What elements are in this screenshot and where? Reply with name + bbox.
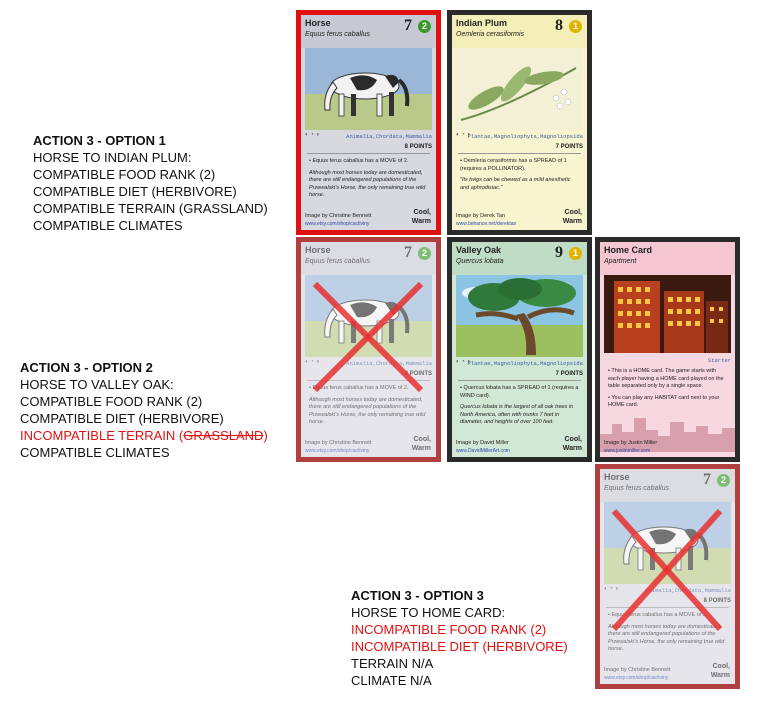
card-url[interactable]: www.justinmiller.com (604, 448, 650, 454)
card-text-1: • Oemleria cerasiformis has a SPREAD of … (460, 158, 567, 172)
card-taxonomy: Animalia,Chordata,Mammalia (346, 133, 432, 140)
card-text-1: • This is a HOME card. The game starts w… (608, 368, 724, 389)
option2-incompatible-line: INCOMPATIBLE TERRAIN (GRASSLAND) (20, 427, 268, 444)
option1-line: COMPATIBLE DIET (HERBIVORE) (33, 184, 237, 199)
card-body: • This is a HOME card. The game starts w… (608, 368, 729, 414)
incompatible-prefix: INCOMPATIBLE TERRAIN ( (20, 428, 184, 443)
option1-title: ACTION 3 - OPTION 1 (33, 133, 166, 148)
card-points: 7 POINTS (555, 144, 583, 150)
skyline-silhouette (600, 418, 735, 452)
food-rank-badge: 1 (569, 20, 582, 33)
card-scientific-name: Quercus lobata (456, 258, 504, 265)
incompatible-struck-term: GRASSLAND (183, 428, 264, 443)
card-text-1: • Equus ferus caballus has a MOVE of 2. (309, 158, 409, 164)
card-name: Indian Plum (456, 18, 508, 28)
incompatible-suffix: ) (263, 428, 268, 443)
card-scientific-name: Apartment (604, 258, 637, 265)
option3-description: ACTION 3 - OPTION 3 HORSE TO HOME CARD: … (351, 587, 568, 689)
valley-oak-card[interactable]: Valley Oak Quercus lobata 9 1 ◐ ◔ ◑ Plan… (447, 237, 592, 462)
option3-title: ACTION 3 - OPTION 3 (351, 588, 484, 603)
horse-illustration (305, 48, 432, 130)
card-divider (307, 153, 430, 154)
plum-branch-illustration (456, 48, 583, 130)
card-name: Horse (305, 18, 331, 28)
card-url[interactable]: www.etsy.com/shop/cactiviny (305, 221, 369, 227)
option2-line: COMPATIBLE FOOD RANK (2) (20, 394, 203, 409)
card-credit: Image by Christine Bennett (305, 213, 372, 219)
food-rank-badge: 1 (569, 247, 582, 260)
card-scientific-name: Oemleria cerasiformis (456, 31, 525, 38)
option1-line: COMPATIBLE CLIMATES (33, 218, 183, 233)
option3-incompatible-line: INCOMPATIBLE DIET (HERBIVORE) (351, 639, 568, 654)
card-name: Valley Oak (456, 245, 502, 255)
city-skyline-illustration (604, 275, 731, 353)
card-text-2: Quercus lobata is the largest of all oak… (460, 404, 574, 425)
card-climate: Cool, Warm (562, 436, 582, 452)
card-points: 7 POINTS (555, 371, 583, 377)
card-icons: ◐ ◔ ◑ (305, 132, 320, 138)
option1-line: COMPATIBLE TERRAIN (GRASSLAND) (33, 201, 268, 216)
option1-line: HORSE TO INDIAN PLUM: (33, 150, 192, 165)
card-climate: Cool, Warm (562, 209, 582, 225)
card-climate: Cool, Warm (411, 209, 431, 225)
option3-line: TERRAIN N/A (351, 656, 434, 671)
oak-tree-illustration (456, 275, 583, 357)
card-taxonomy: Plantae,Magnoliophyta,Magnoliopsida (467, 360, 583, 367)
card-text-2: "Its twigs can be chewed as a mild anest… (460, 177, 571, 191)
option3-line: CLIMATE N/A (351, 673, 432, 688)
option2-title: ACTION 3 - OPTION 2 (20, 360, 153, 375)
card-url[interactable]: www.behance.net/derektan (456, 221, 516, 227)
option2-line: HORSE TO VALLEY OAK: (20, 377, 174, 392)
horse-card-option1[interactable]: Horse Equus ferus caballus 7 2 ◐ ◔ ◑ Ani… (296, 10, 441, 235)
card-body: • Oemleria cerasiformis has a SPREAD of … (460, 158, 581, 196)
card-text-2: Although most horses today are domestica… (309, 169, 426, 199)
horse-card-option3[interactable]: Horse Equus ferus caballus 7 2 ◐ ◔ ◑ Ani… (595, 464, 740, 689)
card-divider (458, 380, 581, 381)
option2-description: ACTION 3 - OPTION 2 HORSE TO VALLEY OAK:… (20, 359, 268, 461)
card-taxonomy: Plantae,Magnoliophyta,Magnoliopsida (467, 133, 583, 140)
card-number: 9 (555, 244, 563, 261)
card-divider (458, 153, 581, 154)
option3-incompatible-line: INCOMPATIBLE FOOD RANK (2) (351, 622, 547, 637)
red-x-mark (312, 281, 424, 393)
card-text-2: • You can play any HABITAT card next to … (608, 394, 720, 409)
indian-plum-card[interactable]: Indian Plum Oemleria cerasiformis 8 1 ◐ … (447, 10, 592, 235)
card-taxonomy: Starter (707, 357, 731, 364)
card-body: • Equus ferus caballus has a MOVE of 2. … (309, 158, 430, 204)
home-card[interactable]: Home Card Apartment Starter • This is a … (595, 237, 740, 462)
card-text-1: • Quercus lobata has a SPREAD of 1 (requ… (460, 385, 579, 399)
red-x-mark (611, 508, 723, 632)
card-credit: Image by Derek Tan (456, 213, 506, 219)
option2-line: COMPATIBLE CLIMATES (20, 445, 170, 460)
card-name: Home Card (604, 245, 653, 255)
card-number: 7 (404, 17, 412, 34)
option1-description: ACTION 3 - OPTION 1 HORSE TO INDIAN PLUM… (33, 132, 268, 234)
card-points: 8 POINTS (404, 144, 432, 150)
card-credit: Image by Justin Miller (604, 440, 658, 446)
card-credit: Image by David Miller (456, 440, 509, 446)
card-scientific-name: Equus ferus caballus (305, 31, 370, 38)
food-rank-badge: 2 (418, 20, 431, 33)
card-number: 8 (555, 17, 563, 34)
option1-line: COMPATIBLE FOOD RANK (2) (33, 167, 216, 182)
card-body: • Quercus lobata has a SPREAD of 1 (requ… (460, 385, 581, 431)
option2-line: COMPATIBLE DIET (HERBIVORE) (20, 411, 224, 426)
card-url[interactable]: www.DavidMillerArt.com (456, 448, 510, 454)
horse-card-option2[interactable]: Horse Equus ferus caballus 7 2 ◐ ◔ ◑ Ani… (296, 237, 441, 462)
option3-line: HORSE TO HOME CARD: (351, 605, 506, 620)
